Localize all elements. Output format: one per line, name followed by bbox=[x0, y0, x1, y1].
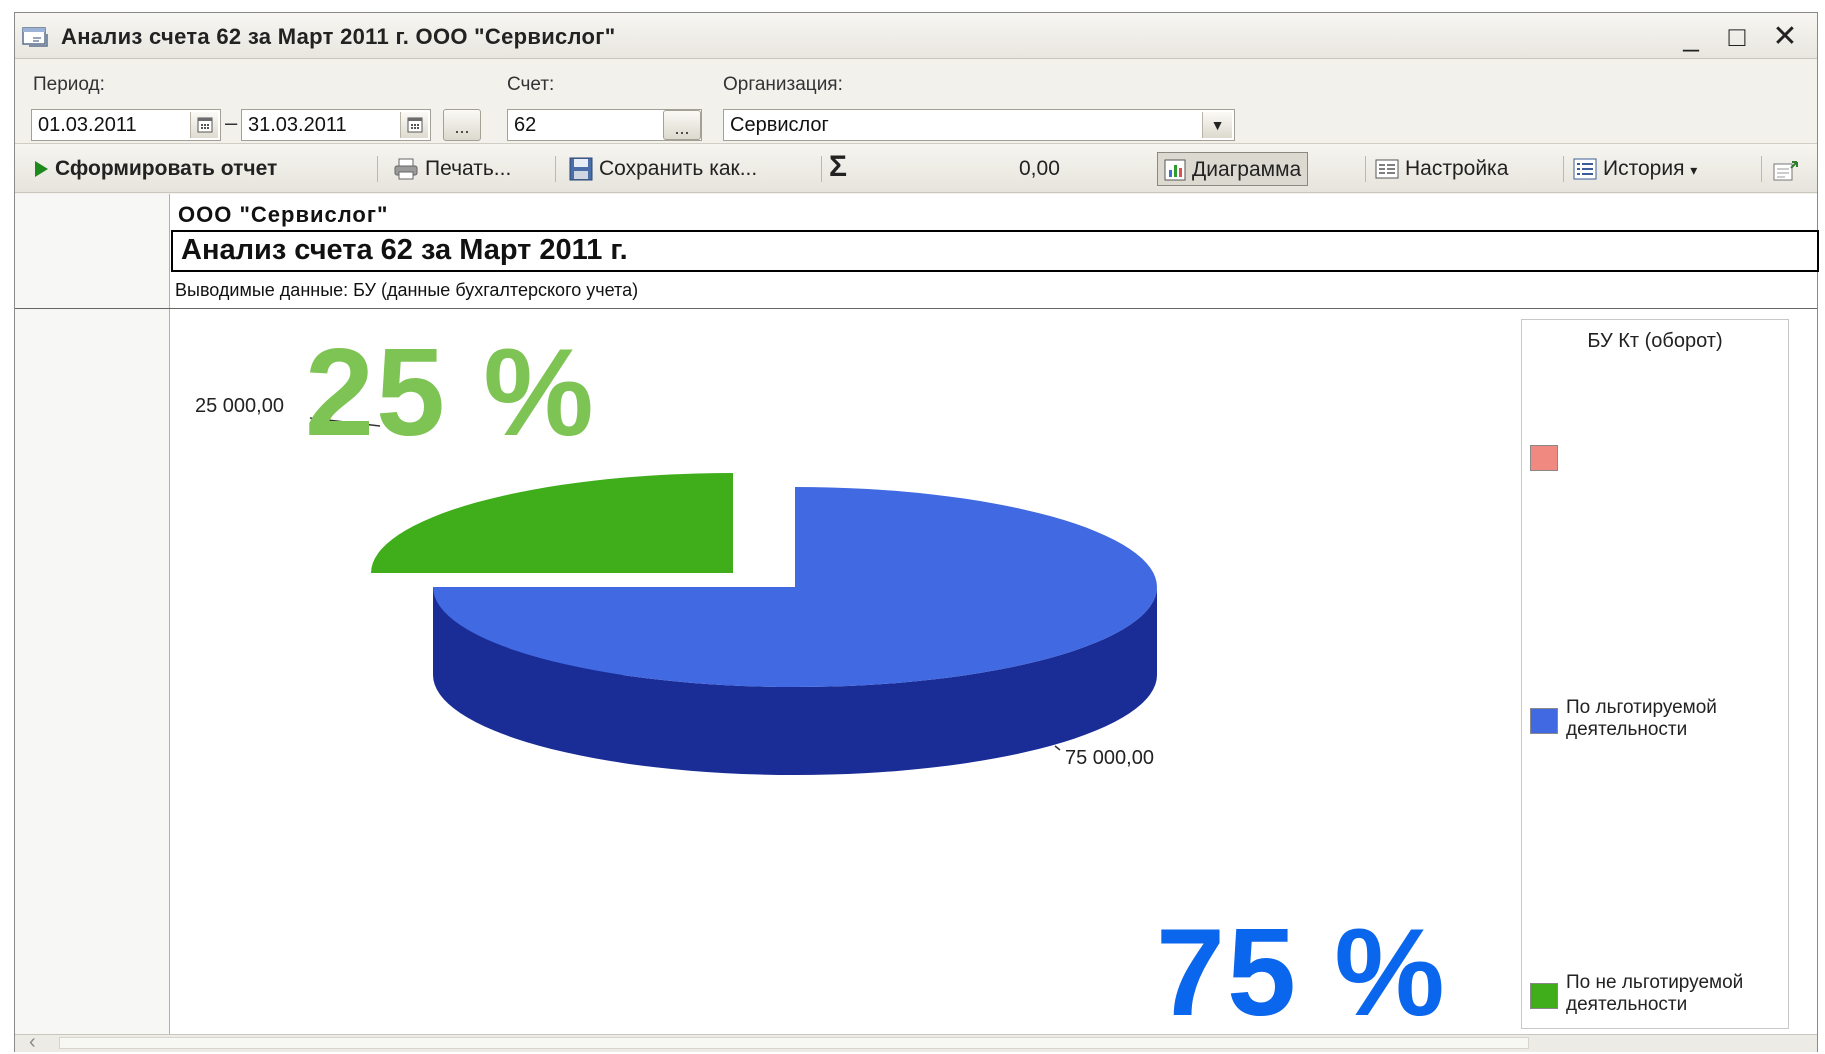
date-to-calendar-button[interactable] bbox=[400, 112, 428, 138]
account-value: 62 bbox=[514, 114, 537, 136]
label-leader-line bbox=[1054, 745, 1061, 751]
floppy-disk-icon bbox=[569, 157, 593, 181]
generate-report-label: Сформировать отчет bbox=[55, 157, 278, 180]
calendar-icon bbox=[407, 117, 423, 133]
scroll-left-icon[interactable]: ‹ bbox=[29, 1031, 36, 1054]
chart-icon bbox=[1164, 159, 1186, 181]
generate-report-button[interactable]: Сформировать отчет bbox=[33, 152, 277, 186]
legend-label: По не льготируемой деятельности bbox=[1566, 972, 1744, 1015]
report-window: Анализ счета 62 за Март 2011 г. ООО "Сер… bbox=[14, 12, 1819, 1054]
toolbar-separator bbox=[1563, 156, 1564, 182]
organization-label: Организация: bbox=[723, 74, 843, 95]
minimize-button[interactable]: _ bbox=[1673, 19, 1709, 55]
report-parameters: Период: Счет: Организация: 01.03.2011 – … bbox=[15, 60, 1817, 155]
legend-label: По льготируемой деятельности bbox=[1566, 697, 1717, 740]
settings-button[interactable]: Настройка bbox=[1375, 152, 1508, 186]
date-range-dash: – bbox=[225, 110, 238, 135]
toolbar-separator bbox=[555, 156, 556, 182]
print-button[interactable]: Печать... bbox=[393, 152, 511, 186]
toolbar-separator bbox=[821, 156, 822, 182]
settings-form-icon bbox=[1375, 159, 1399, 179]
account-label: Счет: bbox=[507, 74, 555, 95]
account-select-button[interactable]: ... bbox=[663, 110, 701, 140]
legend-swatch bbox=[1530, 983, 1558, 1009]
calendar-icon bbox=[197, 117, 213, 133]
date-from-calendar-button[interactable] bbox=[190, 112, 218, 138]
date-from-input[interactable]: 01.03.2011 bbox=[31, 109, 221, 141]
chart-toggle-button[interactable]: Диаграмма bbox=[1157, 152, 1309, 186]
title-bar: Анализ счета 62 за Март 2011 г. ООО "Сер… bbox=[15, 13, 1817, 59]
period-select-button[interactable]: ... bbox=[443, 109, 481, 141]
list-icon bbox=[1573, 158, 1597, 180]
pie-value-label: 25 000,00 bbox=[195, 395, 284, 417]
organization-value: Сервислог bbox=[730, 114, 829, 136]
report-toolbar: Сформировать отчет Печать... Сохранить к… bbox=[15, 143, 1817, 193]
chart-toggle-label: Диаграмма bbox=[1192, 158, 1302, 181]
printer-icon bbox=[394, 158, 418, 180]
chevron-down-icon: ▼ bbox=[1210, 117, 1225, 133]
toolbar-separator bbox=[377, 156, 378, 182]
date-from-value: 01.03.2011 bbox=[38, 114, 137, 136]
history-label: История bbox=[1603, 157, 1685, 180]
report-area: ООО "Сервислог" Анализ счета 62 за Март … bbox=[15, 194, 1819, 1034]
maximize-button[interactable]: □ bbox=[1719, 19, 1755, 55]
sum-value: 0,00 bbox=[1019, 157, 1060, 180]
organization-dropdown-button[interactable]: ▼ bbox=[1202, 112, 1232, 138]
organization-select[interactable]: Сервислог ▼ bbox=[723, 109, 1235, 141]
horizontal-scrollbar[interactable]: ‹ bbox=[15, 1031, 1817, 1054]
date-to-value: 31.03.2011 bbox=[248, 114, 347, 136]
save-as-label: Сохранить как... bbox=[599, 157, 758, 180]
close-button[interactable]: ✕ bbox=[1767, 19, 1803, 55]
toolbar-separator bbox=[1365, 156, 1366, 182]
toolbar-separator bbox=[1761, 156, 1762, 182]
history-button[interactable]: История ▾ bbox=[1573, 152, 1697, 186]
settings-label: Настройка bbox=[1405, 157, 1509, 180]
period-label: Период: bbox=[33, 74, 105, 95]
window-title: Анализ счета 62 за Март 2011 г. ООО "Сер… bbox=[61, 24, 616, 49]
sigma-icon[interactable]: Σ bbox=[829, 150, 847, 184]
legend-title: БУ Кт (оборот) bbox=[1587, 330, 1723, 352]
print-label: Печать... bbox=[425, 157, 512, 180]
legend-swatch bbox=[1530, 708, 1558, 734]
chart-legend: БУ Кт (оборот) По льготируемой деятельно… bbox=[1521, 319, 1789, 1029]
annotation-percent-25: 25 % bbox=[305, 324, 596, 462]
date-to-input[interactable]: 31.03.2011 bbox=[241, 109, 431, 141]
play-icon bbox=[35, 161, 48, 178]
legend-swatch bbox=[1530, 445, 1558, 471]
save-as-button[interactable]: Сохранить как... bbox=[569, 152, 757, 186]
pie-value-label: 75 000,00 bbox=[1065, 747, 1154, 769]
caret-down-icon: ▾ bbox=[1690, 162, 1698, 178]
pie-slice[interactable] bbox=[371, 473, 733, 573]
report-window-icon bbox=[22, 27, 48, 47]
extra-actions-button[interactable] bbox=[1773, 152, 1807, 186]
annotation-percent-75: 75 % bbox=[1156, 904, 1447, 1042]
export-icon bbox=[1773, 161, 1798, 181]
